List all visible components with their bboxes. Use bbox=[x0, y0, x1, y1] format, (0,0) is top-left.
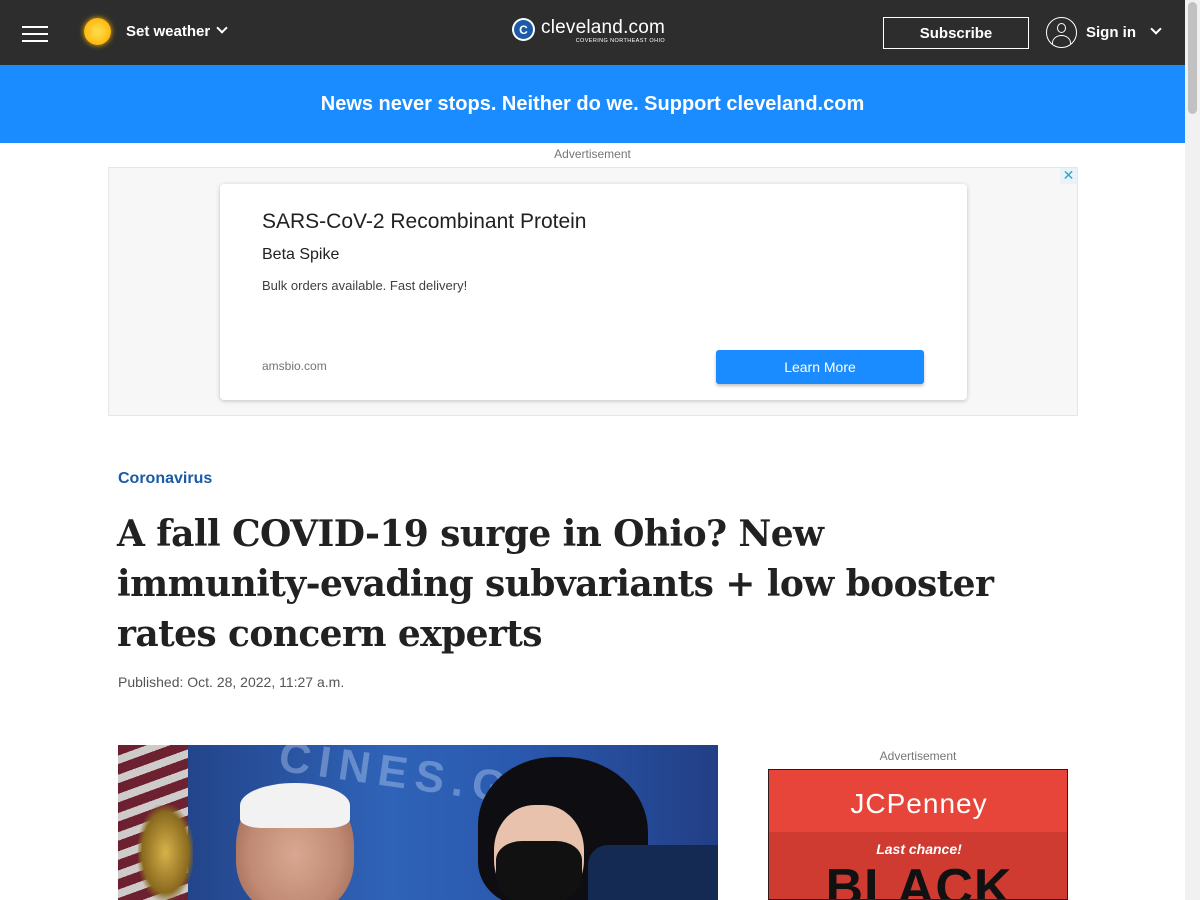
ad-subtitle: Beta Spike bbox=[262, 246, 340, 263]
set-weather-label: Set weather bbox=[126, 22, 211, 40]
jcpenney-logo: JCPenney bbox=[850, 788, 988, 819]
top-navigation-bar: Set weather C cleveland.com COVERING NOR… bbox=[0, 0, 1185, 65]
support-promo-banner[interactable]: News never stops. Neither do we. Support… bbox=[0, 65, 1185, 143]
ad-card[interactable]: SARS-CoV-2 Recombinant Protein Beta Spik… bbox=[220, 184, 967, 400]
sidebar-ad[interactable]: JCPenney Last chance! BLACK bbox=[768, 769, 1068, 900]
chevron-down-icon bbox=[1150, 23, 1162, 35]
site-logo[interactable]: C cleveland.com COVERING NORTHEAST OHIO bbox=[512, 18, 665, 48]
ad-title[interactable]: SARS-CoV-2 Recombinant Protein bbox=[262, 210, 587, 234]
user-icon bbox=[1046, 16, 1077, 48]
article-headline: A fall COVID-19 surge in Ohio? New immun… bbox=[117, 513, 994, 655]
top-ad-frame: ✕ SARS-CoV-2 Recombinant Protein Beta Sp… bbox=[108, 167, 1078, 416]
logo-c-icon: C bbox=[512, 18, 535, 41]
advertisement-label: Advertisement bbox=[554, 147, 631, 161]
published-timestamp: Published: Oct. 28, 2022, 11:27 a.m. bbox=[118, 674, 345, 690]
set-weather-button[interactable]: Set weather bbox=[84, 16, 228, 46]
sign-in-label: Sign in bbox=[1086, 23, 1136, 41]
sidebar-advertisement-label: Advertisement bbox=[879, 749, 957, 763]
chevron-down-icon bbox=[216, 22, 228, 34]
logo-wordmark: cleveland.com bbox=[541, 17, 666, 38]
subscribe-button[interactable]: Subscribe bbox=[883, 17, 1029, 49]
ad-domain[interactable]: amsbio.com bbox=[262, 359, 327, 373]
lead-photo[interactable]: CINES.GO bbox=[118, 745, 718, 900]
sidebar-ad-line2: BLACK bbox=[825, 859, 1013, 900]
page-scrollbar[interactable] bbox=[1185, 0, 1200, 900]
section-link-coronavirus[interactable]: Coronavirus bbox=[118, 470, 212, 488]
ad-description: Bulk orders available. Fast delivery! bbox=[262, 278, 468, 293]
hamburger-menu-icon[interactable] bbox=[22, 24, 48, 42]
promo-text: News never stops. Neither do we. Support… bbox=[320, 92, 865, 115]
sidebar-ad-line1: Last chance! bbox=[876, 841, 962, 857]
sign-in-button[interactable]: Sign in bbox=[1046, 16, 1162, 48]
ad-close-icon[interactable]: ✕ bbox=[1060, 168, 1077, 184]
scrollbar-thumb[interactable] bbox=[1188, 2, 1197, 114]
logo-tagline: COVERING NORTHEAST OHIO bbox=[575, 38, 666, 44]
sun-icon bbox=[84, 17, 111, 45]
learn-more-button[interactable]: Learn More bbox=[716, 350, 924, 384]
